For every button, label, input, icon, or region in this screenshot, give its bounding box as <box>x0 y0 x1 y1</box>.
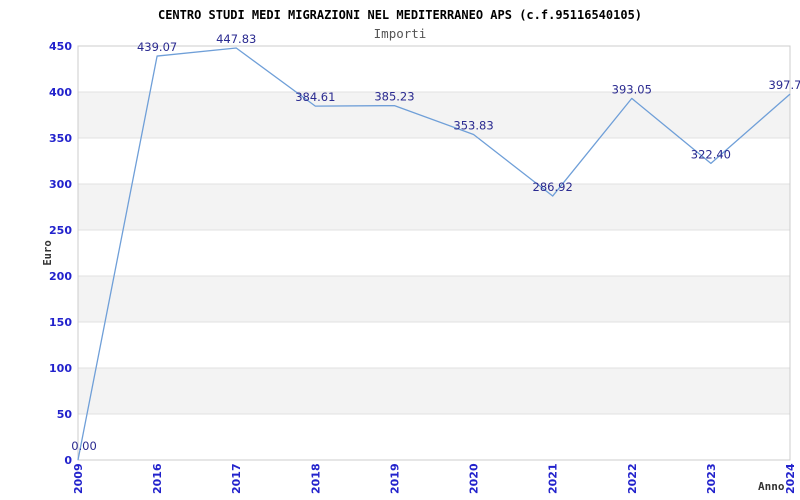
line-chart-plot: 0501001502002503003504004502009 2016 2017 2… <box>49 32 800 494</box>
y-tick-label: 450 <box>49 40 72 53</box>
point-value-label: 353.83 <box>453 118 493 132</box>
y-tick-label: 150 <box>49 316 72 329</box>
x-tick-label: 2023 <box>705 463 718 494</box>
chart-subtitle: Importi <box>373 26 427 41</box>
y-tick-label: 100 <box>49 362 72 375</box>
x-tick-label: 2024 <box>784 463 797 494</box>
y-tick-label: 50 <box>57 408 73 421</box>
y-tick-label: 250 <box>49 224 72 237</box>
y-axis-title: Euro <box>42 240 54 266</box>
x-tick-label: 2021 <box>547 463 560 494</box>
x-tick-label: 2017 <box>230 463 243 494</box>
x-axis-tick-labels: 2009 2016 2017 2018 2019 2020 2021 2022 2023 2024 <box>72 463 797 494</box>
y-tick-label: 350 <box>49 132 72 145</box>
y-tick-label: 200 <box>49 270 72 283</box>
x-axis-title: Anno <box>758 480 785 493</box>
x-tick-label: 2018 <box>309 463 322 494</box>
x-tick-label: 2020 <box>468 463 481 494</box>
x-tick-label: 2022 <box>626 463 639 494</box>
point-value-label: 322.40 <box>691 147 731 161</box>
point-value-label: 384.61 <box>295 90 335 104</box>
point-value-label: 385.23 <box>374 90 414 104</box>
y-tick-label: 400 <box>49 86 72 99</box>
chart-canvas: 0 50 100 150 200 250 300 350 400 450 2009 2016 2017 2… <box>0 0 800 500</box>
x-tick-label: 2016 <box>151 463 164 494</box>
point-value-label: 393.05 <box>612 82 652 96</box>
chart-title: CENTRO STUDI MEDI MIGRAZIONI NEL MEDITER… <box>157 8 643 22</box>
x-tick-label: 2019 <box>388 463 401 494</box>
point-value-label: 397.7 <box>769 78 800 92</box>
point-value-label: 439.07 <box>137 40 177 54</box>
y-tick-label: 300 <box>49 178 72 191</box>
point-value-label: 0.00 <box>71 439 97 453</box>
point-value-label: 286.92 <box>533 180 573 194</box>
x-tick-label: 2009 <box>72 463 85 494</box>
